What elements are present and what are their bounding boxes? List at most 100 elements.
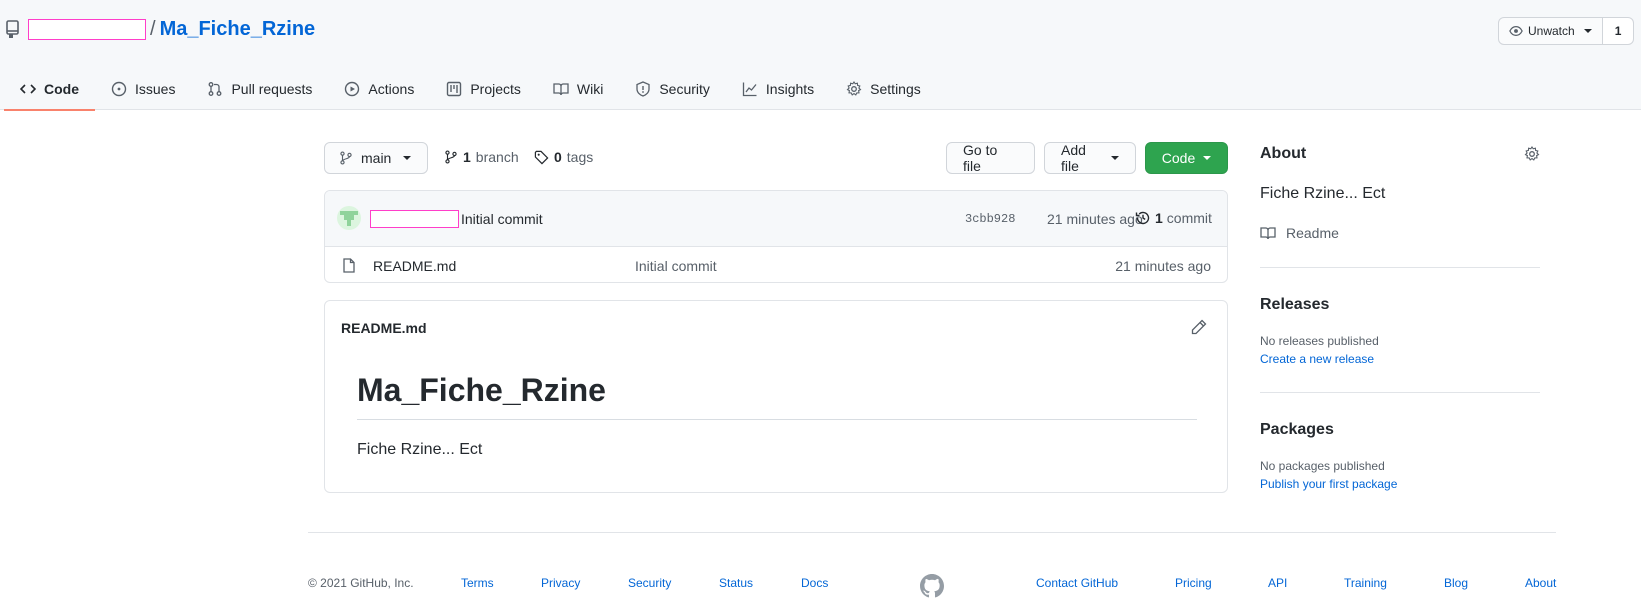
github-logo-icon[interactable] <box>920 574 944 598</box>
readme-title: README.md <box>341 320 427 336</box>
commits-link[interactable]: 1 commit <box>1135 210 1212 226</box>
tab-issues[interactable]: Issues <box>95 68 191 110</box>
chevron-down-icon <box>403 156 412 160</box>
book-icon <box>1260 227 1276 240</box>
chevron-down-icon <box>1111 156 1119 160</box>
chevron-down-icon <box>1203 156 1212 160</box>
footer-link-contact[interactable]: Contact GitHub <box>1036 576 1118 590</box>
readme-link[interactable]: Readme <box>1260 225 1339 241</box>
file-age: 21 minutes ago <box>1115 258 1211 274</box>
unwatch-button[interactable]: Unwatch <box>1498 17 1603 45</box>
footer-link-api[interactable]: API <box>1268 576 1287 590</box>
commit-count-label: commit <box>1166 210 1212 226</box>
footer-link-docs[interactable]: Docs <box>801 576 828 590</box>
footer-link-terms[interactable]: Terms <box>461 576 494 590</box>
add-file-label: Add file <box>1061 142 1086 174</box>
tab-insights[interactable]: Insights <box>726 68 830 110</box>
commit-author-redacted[interactable] <box>370 210 459 228</box>
tab-label: Settings <box>870 81 921 97</box>
tags-link[interactable]: 0 tags <box>534 149 593 165</box>
divider <box>1260 267 1540 268</box>
commit-message-link[interactable]: Initial commit <box>461 211 543 227</box>
path-separator: / <box>150 17 156 40</box>
releases-title[interactable]: Releases <box>1260 296 1329 314</box>
tag-icon <box>534 150 549 164</box>
tag-label: tags <box>566 149 594 165</box>
footer-link-about[interactable]: About <box>1525 576 1556 590</box>
repo-title: / Ma_Fiche_Rzine <box>6 17 315 41</box>
pull-request-icon <box>209 82 222 96</box>
tab-actions[interactable]: Actions <box>328 68 430 110</box>
repo-name-link[interactable]: Ma_Fiche_Rzine <box>160 18 316 41</box>
book-icon <box>553 83 569 96</box>
footer-divider <box>308 532 1556 533</box>
gear-icon <box>846 81 862 96</box>
graph-icon <box>742 82 757 97</box>
about-title: About <box>1260 145 1307 162</box>
watch-count[interactable]: 1 <box>1602 17 1635 45</box>
footer-link-status[interactable]: Status <box>719 576 753 590</box>
add-file-button[interactable]: Add file <box>1044 142 1136 174</box>
footer-link-blog[interactable]: Blog <box>1444 576 1468 590</box>
branch-icon <box>340 151 352 165</box>
table-row[interactable]: README.md Initial commit 21 minutes ago <box>325 247 1227 282</box>
readme-link-label: Readme <box>1286 225 1339 241</box>
chevron-down-icon <box>1583 29 1592 33</box>
readme-body: Fiche Rzine... Ect <box>357 441 483 458</box>
readme-panel: README.md Ma_Fiche_Rzine Fiche Rzine... … <box>324 300 1228 493</box>
tab-label: Security <box>659 81 710 97</box>
publish-package-link[interactable]: Publish your first package <box>1260 477 1397 491</box>
go-to-file-button[interactable]: Go to file <box>946 142 1035 174</box>
gear-icon[interactable] <box>1524 146 1540 162</box>
tab-label: Actions <box>368 81 415 97</box>
tab-label: Pull requests <box>231 81 313 97</box>
branch-name: main <box>361 150 392 166</box>
branches-link[interactable]: 1 branch <box>444 149 519 165</box>
unwatch-label: Unwatch <box>1528 24 1575 38</box>
readme-heading: Ma_Fiche_Rzine <box>357 372 1197 420</box>
code-label: Code <box>1161 150 1196 166</box>
footer-link-training[interactable]: Training <box>1344 576 1387 590</box>
footer-link-privacy[interactable]: Privacy <box>541 576 580 590</box>
about-description: Fiche Rzine... Ect <box>1260 185 1386 202</box>
shield-icon <box>636 81 650 97</box>
commit-count: 1 <box>1155 210 1163 226</box>
tag-count: 0 <box>554 149 562 165</box>
tab-wiki[interactable]: Wiki <box>537 68 619 110</box>
project-icon <box>447 81 462 97</box>
file-name-link[interactable]: README.md <box>373 258 456 274</box>
repo-owner-redacted[interactable] <box>28 18 146 40</box>
history-icon <box>1135 211 1150 225</box>
footer-link-pricing[interactable]: Pricing <box>1175 576 1212 590</box>
tab-label: Projects <box>470 81 521 97</box>
divider <box>1260 392 1540 393</box>
commit-sha-link[interactable]: 3cbb928 <box>965 212 1015 226</box>
latest-commit-bar: Initial commit 3cbb928 21 minutes ago 1 … <box>325 191 1227 247</box>
tab-label: Wiki <box>576 81 604 97</box>
pencil-icon[interactable] <box>1191 319 1207 335</box>
branch-count: 1 <box>463 149 471 165</box>
issue-icon <box>111 81 127 97</box>
commit-age: 21 minutes ago <box>1047 211 1143 227</box>
tab-settings[interactable]: Settings <box>830 68 937 110</box>
avatar[interactable] <box>337 206 361 230</box>
footer-copyright: © 2021 GitHub, Inc. <box>308 576 414 590</box>
branch-select-button[interactable]: main <box>324 142 428 174</box>
branch-icon <box>445 150 457 164</box>
repo-tabs: Code Issues Pull requests Actions Projec… <box>4 68 937 111</box>
tab-label: Code <box>44 81 79 97</box>
tab-pull-requests[interactable]: Pull requests <box>191 68 328 110</box>
file-icon <box>343 258 355 273</box>
file-browser: Initial commit 3cbb928 21 minutes ago 1 … <box>324 190 1228 283</box>
file-commit-message-link[interactable]: Initial commit <box>635 258 717 274</box>
repo-header: / Ma_Fiche_Rzine Unwatch 1 Code Issues P… <box>0 0 1641 111</box>
tab-security[interactable]: Security <box>619 68 726 110</box>
tab-code[interactable]: Code <box>4 68 95 111</box>
footer-link-security[interactable]: Security <box>628 576 671 590</box>
create-release-link[interactable]: Create a new release <box>1260 352 1374 366</box>
tab-projects[interactable]: Projects <box>430 68 537 110</box>
packages-title[interactable]: Packages <box>1260 421 1334 439</box>
play-icon <box>345 81 360 97</box>
code-button[interactable]: Code <box>1145 142 1228 174</box>
branch-label: branch <box>475 149 519 165</box>
